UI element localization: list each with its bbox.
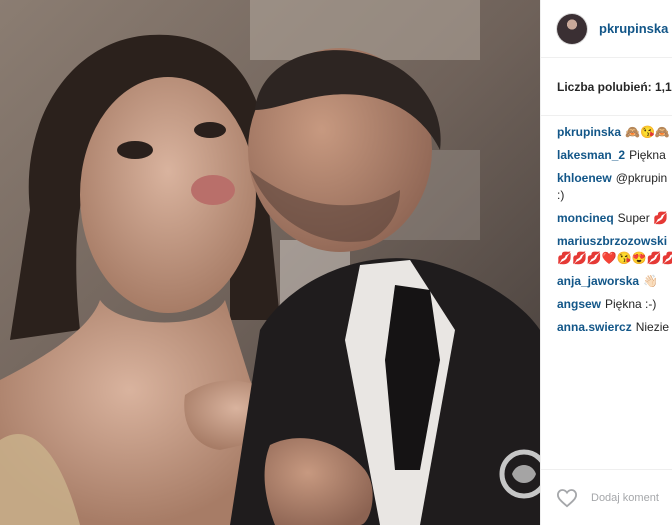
post-footer: Dodaj koment — [541, 469, 672, 525]
comment: angsew Piękna :-) — [557, 296, 672, 313]
post-header: pkrupinska — [541, 0, 672, 58]
comment-text: Niezie — [635, 320, 670, 334]
comment-text: 🙈😘🙈 C — [625, 125, 672, 139]
post-side-panel: pkrupinska Liczba polubień: 1,12 pkrupin… — [540, 0, 672, 525]
profile-avatar[interactable] — [557, 13, 587, 44]
comment-author-link[interactable]: pkrupinska — [557, 125, 621, 139]
post-photo[interactable] — [0, 0, 540, 525]
comment: moncineq Super 💋 — [557, 210, 672, 227]
heart-outline-icon — [556, 488, 578, 507]
comment-author-link[interactable]: angsew — [557, 297, 601, 311]
comment-text: 👋🏻 — [643, 274, 659, 288]
comment-author-link[interactable]: mariuszbrzozowski — [557, 234, 667, 248]
like-button[interactable] — [555, 487, 579, 509]
comments-list: pkrupinska 🙈😘🙈 C lakesman_2 Piękna khloene… — [541, 116, 672, 336]
comment-text: Super 💋 — [617, 211, 668, 225]
comment: pkrupinska 🙈😘🙈 C — [557, 124, 672, 141]
comment: mariuszbrzozowski 💋💋💋❤️😘😍💋💋💋 — [557, 233, 672, 267]
comment-text: Piękna :-) — [605, 297, 657, 311]
comment-text: Piękna — [629, 148, 666, 162]
comment: khloenew @pkrupin :) — [557, 170, 672, 204]
comment-author-link[interactable]: khloenew — [557, 171, 612, 185]
comment-author-link[interactable]: anja_jaworska — [557, 274, 639, 288]
comment-text: :) — [557, 188, 565, 202]
comment: lakesman_2 Piękna — [557, 147, 672, 164]
comment: anja_jaworska 👋🏻 — [557, 273, 672, 290]
add-comment-input[interactable]: Dodaj koment — [591, 492, 659, 504]
comment-mention-link[interactable]: @pkrupin — [616, 171, 668, 185]
comment-text: 💋💋💋❤️😘😍💋💋💋 — [557, 251, 672, 265]
likes-count[interactable]: Liczba polubień: 1,12 — [541, 58, 672, 116]
watermark-logo-icon — [499, 449, 540, 499]
comment-author-link[interactable]: lakesman_2 — [557, 148, 625, 162]
post-username-link[interactable]: pkrupinska — [599, 21, 668, 36]
comment-author-link[interactable]: anna.swiercz — [557, 320, 632, 334]
comment-author-link[interactable]: moncineq — [557, 211, 614, 225]
comment: anna.swiercz Niezie — [557, 319, 672, 336]
selfie-image — [0, 0, 540, 525]
